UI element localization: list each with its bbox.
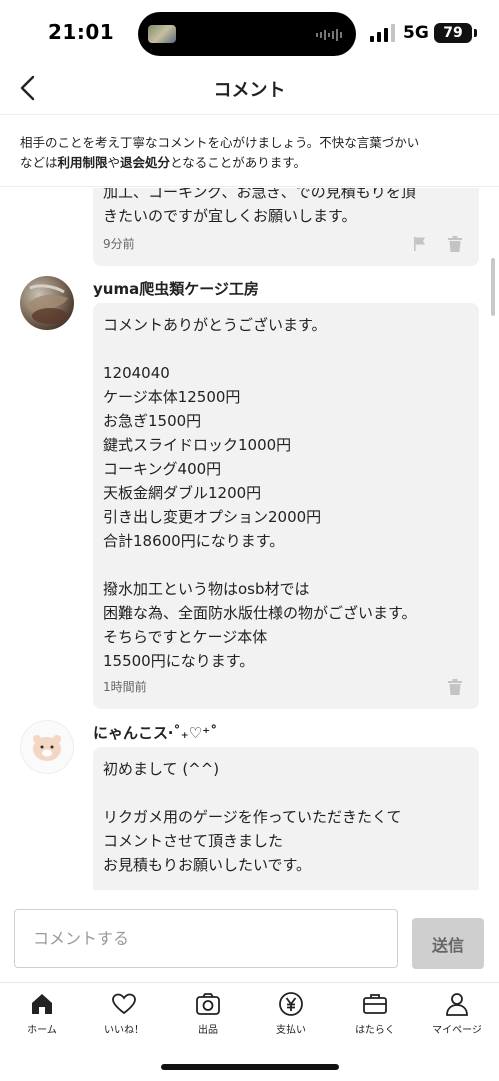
- tab-likes[interactable]: いいね！: [82, 989, 166, 1041]
- notice-text: や: [107, 155, 121, 170]
- comment-text: 初めまして (^^) リクガメ用のゲージを作っていただきたくて コメントさせて頂…: [103, 760, 402, 874]
- notice-line-1: 相手のことを考え丁寧なコメントを心がけましょう。不快な言葉づかい: [20, 135, 420, 150]
- tab-mypage[interactable]: マイページ: [415, 989, 499, 1041]
- briefcase-icon: [363, 994, 387, 1014]
- tab-label: 支払い: [276, 1025, 306, 1036]
- avatar[interactable]: [20, 276, 74, 330]
- dynamic-island: [138, 12, 356, 56]
- notice-text: などは: [20, 155, 58, 170]
- clock: 21:01: [48, 20, 115, 44]
- guideline-notice: 相手のことを考え丁寧なコメントを心がけましょう。不快な言葉づかい などは利用制限…: [0, 115, 499, 187]
- tab-label: はたらく: [355, 1025, 395, 1036]
- comment-username[interactable]: yuma爬虫類ケージ工房: [93, 278, 259, 299]
- send-button[interactable]: 送信: [412, 918, 484, 969]
- comment-text: 加工、コーキング、お急ぎ、での見積もりを頂 きたいのですが宜しくお願いします。: [103, 188, 416, 225]
- person-icon: [446, 993, 468, 1016]
- tab-sell[interactable]: 出品: [166, 989, 250, 1041]
- notice-line-2: などは利用制限や退会処分となることがあります。: [20, 153, 479, 173]
- heart-icon: [112, 993, 136, 1015]
- comment-feed[interactable]: 加工、コーキング、お急ぎ、での見積もりを頂 きたいのですが宜しくお願いします。 …: [0, 188, 499, 890]
- comment-username[interactable]: にゃんこス‧˚₊♡⁺˚: [93, 722, 218, 743]
- comment-timestamp: 9分前: [103, 237, 135, 251]
- usage-restriction-link[interactable]: 利用制限: [58, 155, 108, 170]
- delete-trash-icon[interactable]: [448, 236, 462, 252]
- tab-home[interactable]: ホーム: [0, 989, 84, 1041]
- home-indicator: [161, 1064, 339, 1070]
- home-icon: [32, 994, 52, 1014]
- comment-input[interactable]: [14, 909, 398, 968]
- comment-timestamp: 1時間前: [103, 680, 147, 694]
- comment-bubble: 加工、コーキング、お急ぎ、での見積もりを頂 きたいのですが宜しくお願いします。 …: [93, 188, 479, 266]
- avatar-image: [33, 735, 61, 761]
- battery-indicator: 79: [434, 23, 472, 43]
- comment-composer: 送信: [0, 890, 499, 982]
- page-title: コメント: [213, 80, 286, 101]
- report-flag-icon[interactable]: [413, 236, 427, 252]
- cellular-signal-icon: [370, 24, 395, 42]
- tab-label: 出品: [198, 1025, 218, 1036]
- avatar[interactable]: [20, 720, 74, 774]
- status-bar: 21:01 5G 79: [0, 0, 499, 62]
- tab-label: マイページ: [432, 1025, 482, 1036]
- notice-text: となることがあります。: [170, 155, 306, 170]
- tab-work[interactable]: はたらく: [333, 989, 417, 1041]
- network-type: 5G: [403, 23, 429, 43]
- now-playing-thumbnail: [148, 25, 176, 43]
- tab-label: ホーム: [27, 1025, 57, 1036]
- tab-payment[interactable]: 支払い: [249, 989, 333, 1041]
- comment-bubble: コメントありがとうございます。 1204040 ケージ本体12500円 お急ぎ1…: [93, 303, 479, 709]
- yen-icon: [279, 992, 303, 1016]
- comment-text: コメントありがとうございます。 1204040 ケージ本体12500円 お急ぎ1…: [103, 316, 417, 670]
- battery-tip: [474, 29, 477, 37]
- nav-header: コメント: [0, 62, 499, 115]
- audio-wave-icon: [316, 29, 342, 41]
- avatar-image: [26, 284, 68, 324]
- comment-bubble: 初めまして (^^) リクガメ用のゲージを作っていただきたくて コメントさせて頂…: [93, 747, 479, 890]
- camera-icon: [196, 993, 220, 1015]
- tab-label: いいね！: [104, 1025, 144, 1036]
- account-termination-link[interactable]: 退会処分: [120, 155, 170, 170]
- scrollbar-thumb[interactable]: [491, 258, 495, 316]
- delete-trash-icon[interactable]: [448, 679, 462, 695]
